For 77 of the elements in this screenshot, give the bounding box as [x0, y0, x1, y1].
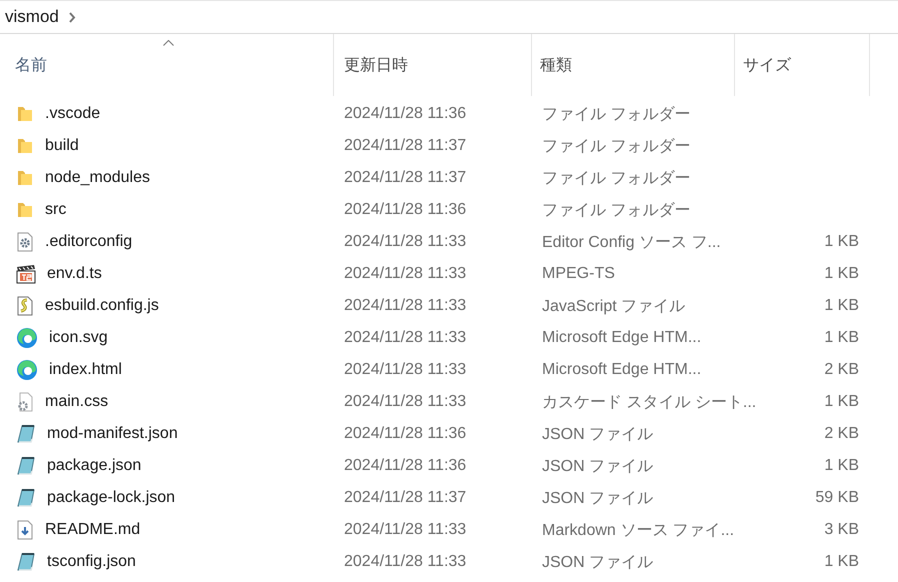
file-type: JSON ファイル: [542, 552, 654, 572]
modified-date: 2024/11/28 11:37: [344, 169, 466, 187]
notepad-icon: [16, 552, 36, 572]
file-size: 1 KB: [824, 393, 859, 411]
modified-date: 2024/11/28 11:33: [344, 521, 466, 539]
file-name[interactable]: mod-manifest.json: [47, 425, 178, 443]
file-type: JSON ファイル: [542, 424, 654, 444]
breadcrumb-item[interactable]: vismod: [5, 7, 59, 27]
column-header[interactable]: 更新日時: [344, 54, 408, 76]
file-size: 1 KB: [824, 457, 859, 475]
file-size: 59 KB: [815, 489, 859, 507]
file-type: ファイル フォルダー: [542, 200, 690, 220]
download-document-icon: [16, 520, 34, 540]
file-type: カスケード スタイル シート...: [542, 392, 756, 412]
modified-date: 2024/11/28 11:33: [344, 329, 466, 347]
file-type: MPEG-TS: [542, 265, 615, 283]
column-header[interactable]: 種類: [540, 54, 572, 76]
file-name[interactable]: env.d.ts: [47, 265, 102, 283]
file-type: ファイル フォルダー: [542, 104, 690, 124]
file-name[interactable]: README.md: [45, 521, 140, 539]
file-type: Editor Config ソース フ...: [542, 232, 721, 252]
file-type: JavaScript ファイル: [542, 296, 686, 316]
modified-date: 2024/11/28 11:33: [344, 297, 466, 315]
file-size: 2 KB: [824, 425, 859, 443]
folder-icon: [16, 137, 34, 155]
file-name[interactable]: .editorconfig: [45, 233, 132, 251]
file-name[interactable]: node_modules: [45, 169, 150, 187]
notepad-icon: [16, 424, 36, 444]
folder-icon: [16, 105, 34, 123]
chevron-icon[interactable]: [68, 12, 76, 22]
modified-date: 2024/11/28 11:33: [344, 393, 466, 411]
gear-document-icon: [16, 392, 34, 412]
clapperboard-icon: [16, 264, 36, 284]
file-type: Microsoft Edge HTM...: [542, 329, 702, 347]
file-name[interactable]: esbuild.config.js: [45, 297, 159, 315]
browser-icon: [16, 359, 38, 381]
file-name[interactable]: main.css: [45, 393, 108, 411]
file-type: ファイル フォルダー: [542, 136, 690, 156]
modified-date: 2024/11/28 11:36: [344, 201, 466, 219]
file-type: ファイル フォルダー: [542, 168, 690, 188]
file-name[interactable]: src: [45, 201, 66, 219]
column-header[interactable]: 名前: [15, 54, 47, 76]
file-name[interactable]: tsconfig.json: [47, 553, 136, 571]
modified-date: 2024/11/28 11:33: [344, 553, 466, 571]
modified-date: 2024/11/28 11:33: [344, 265, 466, 283]
file-type: JSON ファイル: [542, 456, 654, 476]
script-icon: [16, 296, 34, 316]
file-type: Microsoft Edge HTM...: [542, 361, 702, 379]
file-type: Markdown ソース ファイ...: [542, 520, 734, 540]
file-name[interactable]: .vscode: [45, 105, 100, 123]
file-name[interactable]: package-lock.json: [47, 489, 176, 507]
modified-date: 2024/11/28 11:37: [344, 137, 466, 155]
file-type: JSON ファイル: [542, 488, 654, 508]
modified-date: 2024/11/28 11:36: [344, 425, 466, 443]
file-size: 1 KB: [824, 329, 859, 347]
modified-date: 2024/11/28 11:36: [344, 105, 466, 123]
browser-icon: [16, 327, 38, 349]
file-size: 1 KB: [824, 553, 859, 571]
modified-date: 2024/11/28 11:33: [344, 233, 466, 251]
folder-icon: [16, 201, 34, 219]
file-size: 2 KB: [824, 361, 859, 379]
file-size: 3 KB: [824, 521, 859, 539]
folder-icon: [16, 169, 34, 187]
file-name[interactable]: package.json: [47, 457, 142, 475]
file-size: 1 KB: [824, 265, 859, 283]
modified-date: 2024/11/28 11:36: [344, 457, 466, 475]
file-size: 1 KB: [824, 233, 859, 251]
column-header[interactable]: サイズ: [743, 54, 791, 76]
gear-document-icon: [16, 232, 34, 252]
notepad-icon: [16, 456, 36, 476]
modified-date: 2024/11/28 11:33: [344, 361, 466, 379]
file-name[interactable]: index.html: [49, 361, 122, 379]
notepad-icon: [16, 488, 36, 508]
file-name[interactable]: icon.svg: [49, 329, 108, 347]
file-size: 1 KB: [824, 297, 859, 315]
modified-date: 2024/11/28 11:37: [344, 489, 466, 507]
file-name[interactable]: build: [45, 137, 79, 155]
